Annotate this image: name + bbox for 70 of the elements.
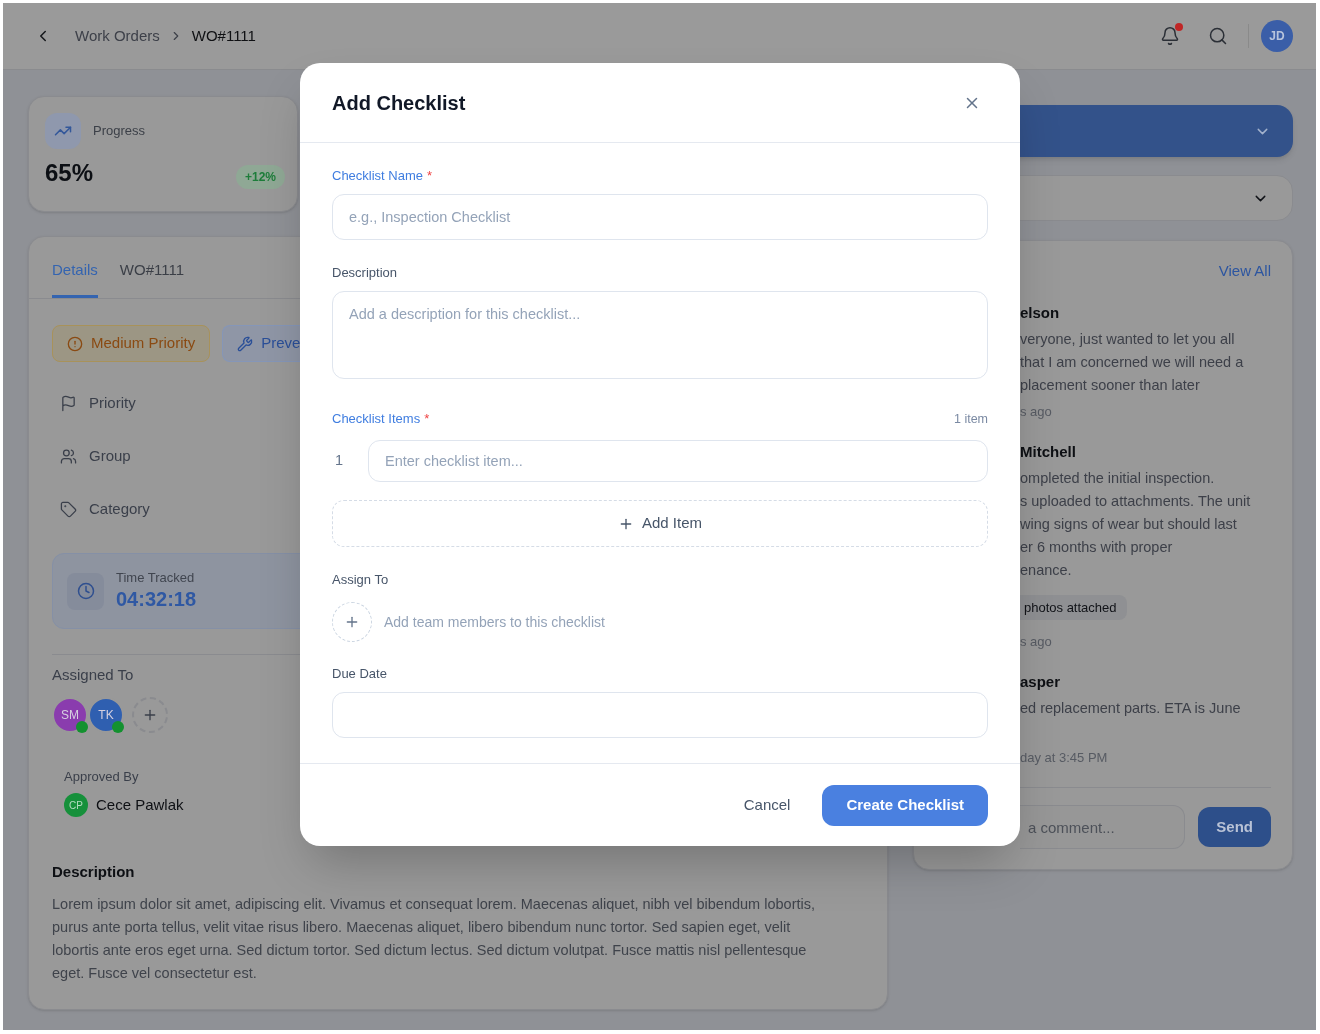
item-field[interactable]: Enter checklist item... [368,440,988,482]
field-label: Category [89,499,150,520]
users-icon [60,448,77,465]
comment-text: veryone, just wanted to let you all [1020,330,1235,349]
cancel-button[interactable]: Cancel [727,785,807,826]
trend-up-icon [45,113,81,149]
priority-chip: Medium Priority [52,325,211,362]
comment-text: wing signs of wear but should last [1020,515,1237,534]
comment-author: Mitchell [1020,442,1076,462]
breadcrumb-link[interactable]: Work Orders [75,24,160,48]
add-item-button[interactable]: Add Item [332,500,988,547]
tag-icon [60,501,77,518]
plus-icon [344,614,360,630]
description-title: Description [52,862,135,882]
comment-time: s ago [1020,633,1052,651]
user-avatar[interactable]: JD [1261,20,1293,52]
field-label: Description [332,265,398,281]
attachment-chip[interactable]: photos attached [1020,595,1127,620]
section-label: Approved By [64,768,139,786]
alert-circle-icon [67,335,83,352]
comment-author: asper [1020,672,1061,692]
wrench-icon [237,335,254,352]
member-avatar: TK [88,697,124,733]
comment-author: elson [1020,303,1060,323]
name-field[interactable]: e.g., Inspection Checklist [332,194,988,240]
comment-time: day at 3:45 PM [1020,749,1108,767]
stat-value: 65% [45,158,94,188]
flag-icon [60,395,77,412]
stat-label: Progress [93,122,146,141]
comment-text: ed replacement parts. ETA is June [1020,699,1241,718]
field-label: Group [89,446,131,467]
dialog-title: Add Checklist [332,90,466,116]
comment-text: enance. [1020,561,1072,580]
description-field[interactable]: Add a description for this checklist... [332,291,988,379]
section-label: Assigned To [52,665,134,685]
time-value: 04:32:18 [116,587,197,612]
create-button[interactable]: Create Checklist [822,785,988,826]
field-label: Checklist Items * [332,411,430,427]
time-label: Time Tracked [116,570,196,586]
field-label: Checklist Name * [332,168,433,184]
comment-text: s uploaded to attachments. The unit [1020,492,1251,511]
clock-icon [67,572,104,610]
change-badge: +12% [235,165,285,189]
assign-hint: Add team members to this checklist [384,612,605,632]
comment-text: ompleted the initial inspection. [1020,469,1215,488]
comment-field[interactable]: a comment... [1020,805,1186,849]
send-button[interactable]: Send [1198,807,1271,847]
plus-icon [142,707,158,723]
approver-name: Cece Pawlak [96,794,184,815]
comment-text: that I am concerned we will need a [1020,353,1244,372]
item-number: 1 [334,451,345,471]
tab[interactable]: WO#1111 [119,237,185,298]
field-label: Due Date [332,666,387,682]
member-avatar: SM [52,697,88,733]
field-label: Priority [89,393,136,414]
approver-avatar: CP [64,793,88,817]
bell-icon[interactable] [1160,26,1180,46]
add-member-button[interactable] [132,697,168,733]
description-text: Lorem ipsum dolor sit amet, adipiscing elit. Vivamus et consequat lorem. Maecenas aliquet, nibh vel bibendum lobortis, purus ante porta tellus, velit vitae risus libero. Maecenas aliquet, libero bibendum nunc tortor. Sed sapien eget, velit lobortis ante eros eget urna. Sed dictum tortor. Sed dictum lectus. Sed dictum volutpat. Fusce mattis nisl pellentesque eget. Fusce vel consectetur est. [52,895,816,983]
comment-time: s ago [1020,403,1052,421]
date-field[interactable] [332,692,988,738]
view-all-link[interactable]: View All [1218,261,1271,281]
field-label: Assign To [332,572,389,588]
comment-text: placement sooner than later [1020,376,1200,395]
breadcrumb-current: WO#1111 [191,25,256,46]
item-count: 1 item [953,411,988,427]
tab[interactable]: Details [52,237,98,298]
search-icon[interactable] [1208,26,1228,46]
comment-text: er 6 months with proper [1020,538,1173,557]
type-chip: Preve [222,325,301,362]
